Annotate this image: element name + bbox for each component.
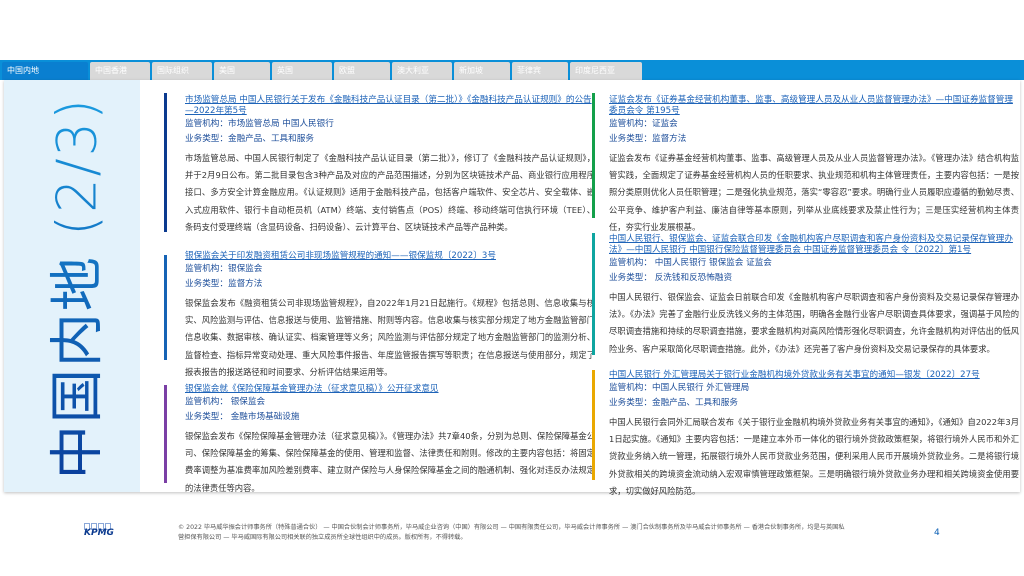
summary: 证监会发布《证券基金经营机构董事、监事、高级管理人员及从业人员监督管理办法》。《… bbox=[609, 153, 1019, 232]
tab-bar: 中国内地 中国香港 国际组织 美国 英国 欧盟 澳大利亚 新加坡 菲律宾 印度尼… bbox=[0, 60, 1024, 80]
agency: 监管机构： 中国人民银行 银保监会 证监会 bbox=[609, 258, 772, 268]
item-accent-bar bbox=[164, 385, 167, 483]
news-item: 中国人民银行 外汇管理局关于银行业金融机构境外贷款业务有关事宜的通知—银发〔20… bbox=[609, 370, 1019, 500]
logo-text: KPMG bbox=[84, 528, 114, 538]
news-item: 中国人民银行、银保监会、证监会联合印发《金融机构客户尽职调查和客户身份资料及交易… bbox=[609, 234, 1019, 358]
tab-us[interactable]: 美国 bbox=[214, 62, 270, 80]
agency: 监管机构：中国人民银行 外汇管理局 bbox=[609, 383, 750, 393]
news-title-link[interactable]: 市场监管总局 中国人民银行关于发布《金融科技产品认证目录（第二批）》《金融科技产… bbox=[185, 95, 595, 117]
news-title-link[interactable]: 证监会发布《证券基金经营机构董事、监事、高级管理人员及从业人员监督管理办法》—中… bbox=[609, 95, 1019, 117]
tab-hongkong[interactable]: 中国香港 bbox=[90, 62, 150, 80]
agency: 监管机构：市场监管总局 中国人民银行 bbox=[185, 119, 334, 129]
news-title-link[interactable]: 银保监会关于印发融资租赁公司非现场监管规程的通知——银保监规〔2022〕3号 bbox=[185, 251, 595, 262]
summary: 银保监会发布《保险保障基金管理办法（征求意见稿）》。《管理办法》共7章40条，分… bbox=[185, 431, 595, 493]
news-item: 市场监管总局 中国人民银行关于发布《金融科技产品认证目录（第二批）》《金融科技产… bbox=[185, 95, 595, 236]
tab-uk[interactable]: 英国 bbox=[272, 62, 332, 80]
business-type: 业务类型：金融产品、工具和服务 bbox=[609, 398, 738, 408]
summary: 市场监管总局、中国人民银行制定了《金融科技产品认证目录（第二批）》，修订了《金融… bbox=[185, 153, 595, 232]
summary: 中国人民银行会同外汇局联合发布《关于银行业金融机构境外贷款业务有关事宜的通知》，… bbox=[609, 417, 1019, 496]
item-accent-bar bbox=[592, 370, 595, 480]
business-type: 业务类型：金融产品、工具和服务 bbox=[185, 134, 314, 144]
tab-eu[interactable]: 欧盟 bbox=[334, 62, 390, 80]
news-title-link[interactable]: 中国人民银行、银保监会、证监会联合印发《金融机构客户尽职调查和客户身份资料及交易… bbox=[609, 234, 1019, 256]
page-number: 4 bbox=[934, 528, 940, 538]
business-type: 业务类型： 金融市场基础设施 bbox=[185, 412, 300, 422]
tab-philippines[interactable]: 菲律宾 bbox=[512, 62, 568, 80]
news-title-link[interactable]: 中国人民银行 外汇管理局关于银行业金融机构境外贷款业务有关事宜的通知—银发〔20… bbox=[609, 370, 1019, 381]
tab-indonesia[interactable]: 印度尼西亚 bbox=[570, 62, 642, 80]
business-type: 业务类型：监督方法 bbox=[185, 279, 263, 289]
item-accent-bar bbox=[592, 233, 595, 355]
tab-singapore[interactable]: 新加坡 bbox=[454, 62, 510, 80]
business-type: 业务类型：监督方法 bbox=[609, 134, 687, 144]
item-accent-bar bbox=[164, 255, 167, 360]
agency: 监管机构：证监会 bbox=[609, 119, 678, 129]
tab-intl-org[interactable]: 国际组织 bbox=[152, 62, 212, 80]
tab-australia[interactable]: 澳大利亚 bbox=[392, 62, 452, 80]
item-accent-bar bbox=[592, 93, 595, 218]
agency: 监管机构：银保监会 bbox=[185, 264, 263, 274]
item-accent-bar bbox=[164, 93, 167, 232]
section-title: 中国内地 (2/3) bbox=[33, 97, 112, 479]
tab-mainland[interactable]: 中国内地 bbox=[2, 62, 88, 80]
summary: 银保监会发布《融资租赁公司非现场监管规程》，自2022年1月21日起施行。《规程… bbox=[185, 298, 595, 377]
news-title-link[interactable]: 银保监会就《保险保障基金管理办法（征求意见稿）》公开征求意见 bbox=[185, 384, 595, 395]
kpmg-logo: KPMG bbox=[84, 523, 114, 545]
agency: 监管机构： 银保监会 bbox=[185, 397, 266, 407]
business-type: 业务类型： 反洗钱和反恐怖融资 bbox=[609, 273, 733, 283]
news-item: 银保监会就《保险保障基金管理办法（征求意见稿）》公开征求意见 监管机构： 银保监… bbox=[185, 384, 595, 497]
copyright-footer: © 2022 毕马威华振会计师事务所（特殊普通合伙） — 中国合伙制会计师事务所… bbox=[178, 524, 845, 541]
news-item: 银保监会关于印发融资租赁公司非现场监管规程的通知——银保监规〔2022〕3号 监… bbox=[185, 251, 595, 381]
summary: 中国人民银行、银保监会、证监会日前联合印发《金融机构客户尽职调查和客户身份资料及… bbox=[609, 292, 1019, 354]
news-item: 证监会发布《证券基金经营机构董事、监事、高级管理人员及从业人员监督管理办法》—中… bbox=[609, 95, 1019, 236]
